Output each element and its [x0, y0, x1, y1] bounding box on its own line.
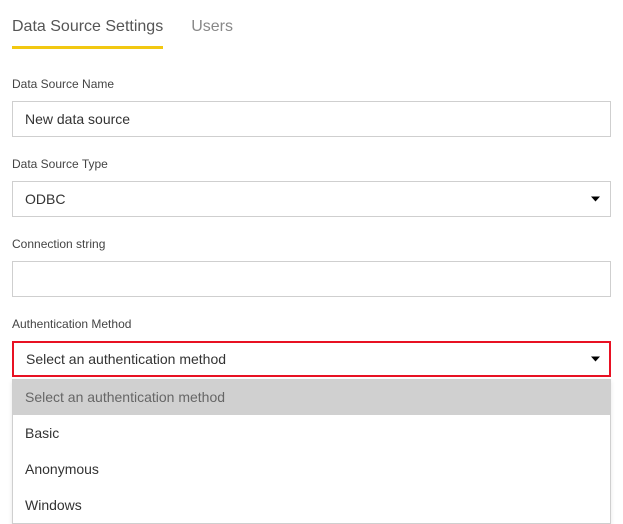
select-authentication-method[interactable]: Select an authentication method — [12, 341, 611, 377]
dropdown-option-anonymous[interactable]: Anonymous — [13, 451, 610, 487]
dropdown-option-windows[interactable]: Windows — [13, 487, 610, 523]
tab-users[interactable]: Users — [191, 12, 233, 49]
label-data-source-type: Data Source Type — [12, 157, 611, 171]
tab-data-source-settings[interactable]: Data Source Settings — [12, 12, 163, 49]
field-group-authentication-method: Authentication Method Select an authenti… — [12, 317, 611, 377]
tab-bar: Data Source Settings Users — [12, 12, 611, 49]
input-data-source-name[interactable] — [12, 101, 611, 137]
label-connection-string: Connection string — [12, 237, 611, 251]
select-wrap-data-source-type: ODBC — [12, 181, 611, 217]
dropdown-authentication-method: Select an authentication method Basic An… — [12, 379, 611, 524]
label-authentication-method: Authentication Method — [12, 317, 611, 331]
field-group-connection-string: Connection string — [12, 237, 611, 297]
label-data-source-name: Data Source Name — [12, 77, 611, 91]
field-group-data-source-type: Data Source Type ODBC — [12, 157, 611, 217]
select-wrap-authentication-method: Select an authentication method Select a… — [12, 341, 611, 377]
field-group-data-source-name: Data Source Name — [12, 77, 611, 137]
input-connection-string[interactable] — [12, 261, 611, 297]
dropdown-option-placeholder[interactable]: Select an authentication method — [13, 379, 610, 415]
select-data-source-type[interactable]: ODBC — [12, 181, 611, 217]
dropdown-option-basic[interactable]: Basic — [13, 415, 610, 451]
